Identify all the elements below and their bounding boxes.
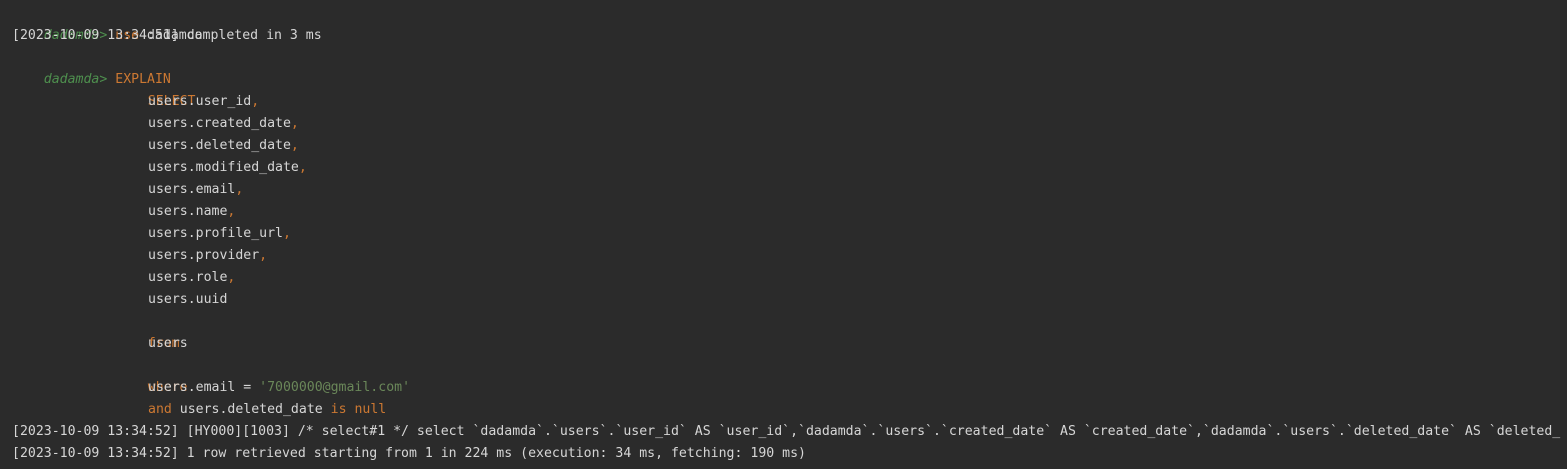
comma: ,: [290, 138, 299, 153]
from-keyword: from: [116, 311, 180, 351]
comma: ,: [259, 248, 268, 263]
and-condition-line: and users.deleted_date is null: [148, 399, 386, 421]
column-line: users.created_date,: [148, 113, 299, 135]
column-line: users.deleted_date,: [148, 135, 299, 157]
column-name: users.profile_url: [148, 226, 283, 241]
result-output-line: [2023-10-09 13:34:52] 1 row retrieved st…: [12, 446, 806, 461]
column-name: users.user_id: [148, 94, 252, 109]
explain-statement-line: dadamda> EXPLAIN: [12, 47, 171, 87]
email-string-literal: '7000000@gmail.com': [259, 380, 411, 395]
use-statement-line: dadamda> use dadamda: [12, 3, 203, 43]
where-condition-line: users.email = '7000000@gmail.com': [148, 377, 410, 399]
comma: ,: [235, 182, 244, 197]
column-line: users.email,: [148, 179, 243, 201]
column-line: users.profile_url,: [148, 223, 291, 245]
where-keyword: where: [116, 355, 188, 395]
column-name: users.deleted_date: [148, 138, 291, 153]
warning-output-line: [2023-10-09 13:34:52] [HY000][1003] /* s…: [12, 424, 1561, 439]
column-line: users.role,: [148, 267, 235, 289]
column-line: users.user_id,: [148, 91, 259, 113]
column-name: users.name: [148, 204, 228, 219]
column-name: users.modified_date: [148, 160, 299, 175]
console-prompt: dadamda>: [43, 72, 108, 87]
column-name: users.created_date: [148, 116, 291, 131]
column-name: users.uuid: [148, 292, 228, 307]
from-table: users: [148, 336, 188, 351]
comma: ,: [227, 270, 236, 285]
column-name: users.email: [148, 182, 236, 197]
select-keyword: SELECT: [116, 69, 196, 109]
column-line: users.provider,: [148, 245, 267, 267]
column-line: users.name,: [148, 201, 235, 223]
comma: ,: [282, 226, 291, 241]
comma: ,: [298, 160, 307, 175]
use-result-line: [2023-10-09 13:34:51] completed in 3 ms: [12, 28, 322, 43]
query-console-output[interactable]: dadamda> use dadamda [2023-10-09 13:34:5…: [0, 0, 1567, 469]
column-name: users.role: [148, 270, 228, 285]
where-lhs: users.email =: [148, 380, 260, 395]
column-line: users.uuid: [148, 289, 227, 311]
and-lhs: users.deleted_date: [179, 402, 323, 417]
is-null-keyword: is null: [330, 402, 387, 417]
comma: ,: [251, 94, 260, 109]
comma: ,: [290, 116, 299, 131]
column-line: users.modified_date,: [148, 157, 307, 179]
and-keyword: and: [148, 402, 172, 417]
column-name: users.provider: [148, 248, 260, 263]
comma: ,: [227, 204, 236, 219]
